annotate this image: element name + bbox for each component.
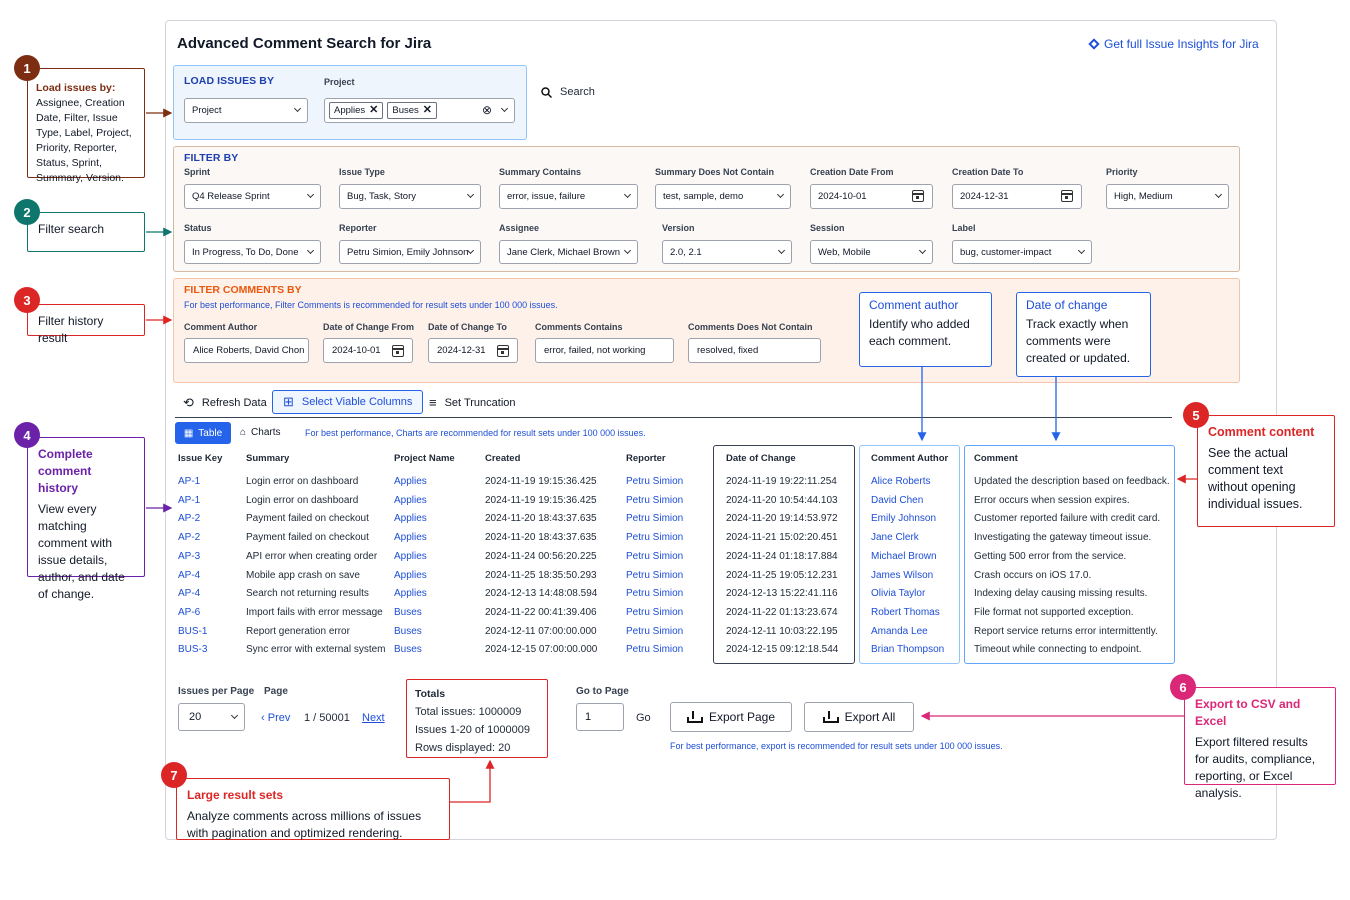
connector-arrows	[146, 108, 1197, 803]
